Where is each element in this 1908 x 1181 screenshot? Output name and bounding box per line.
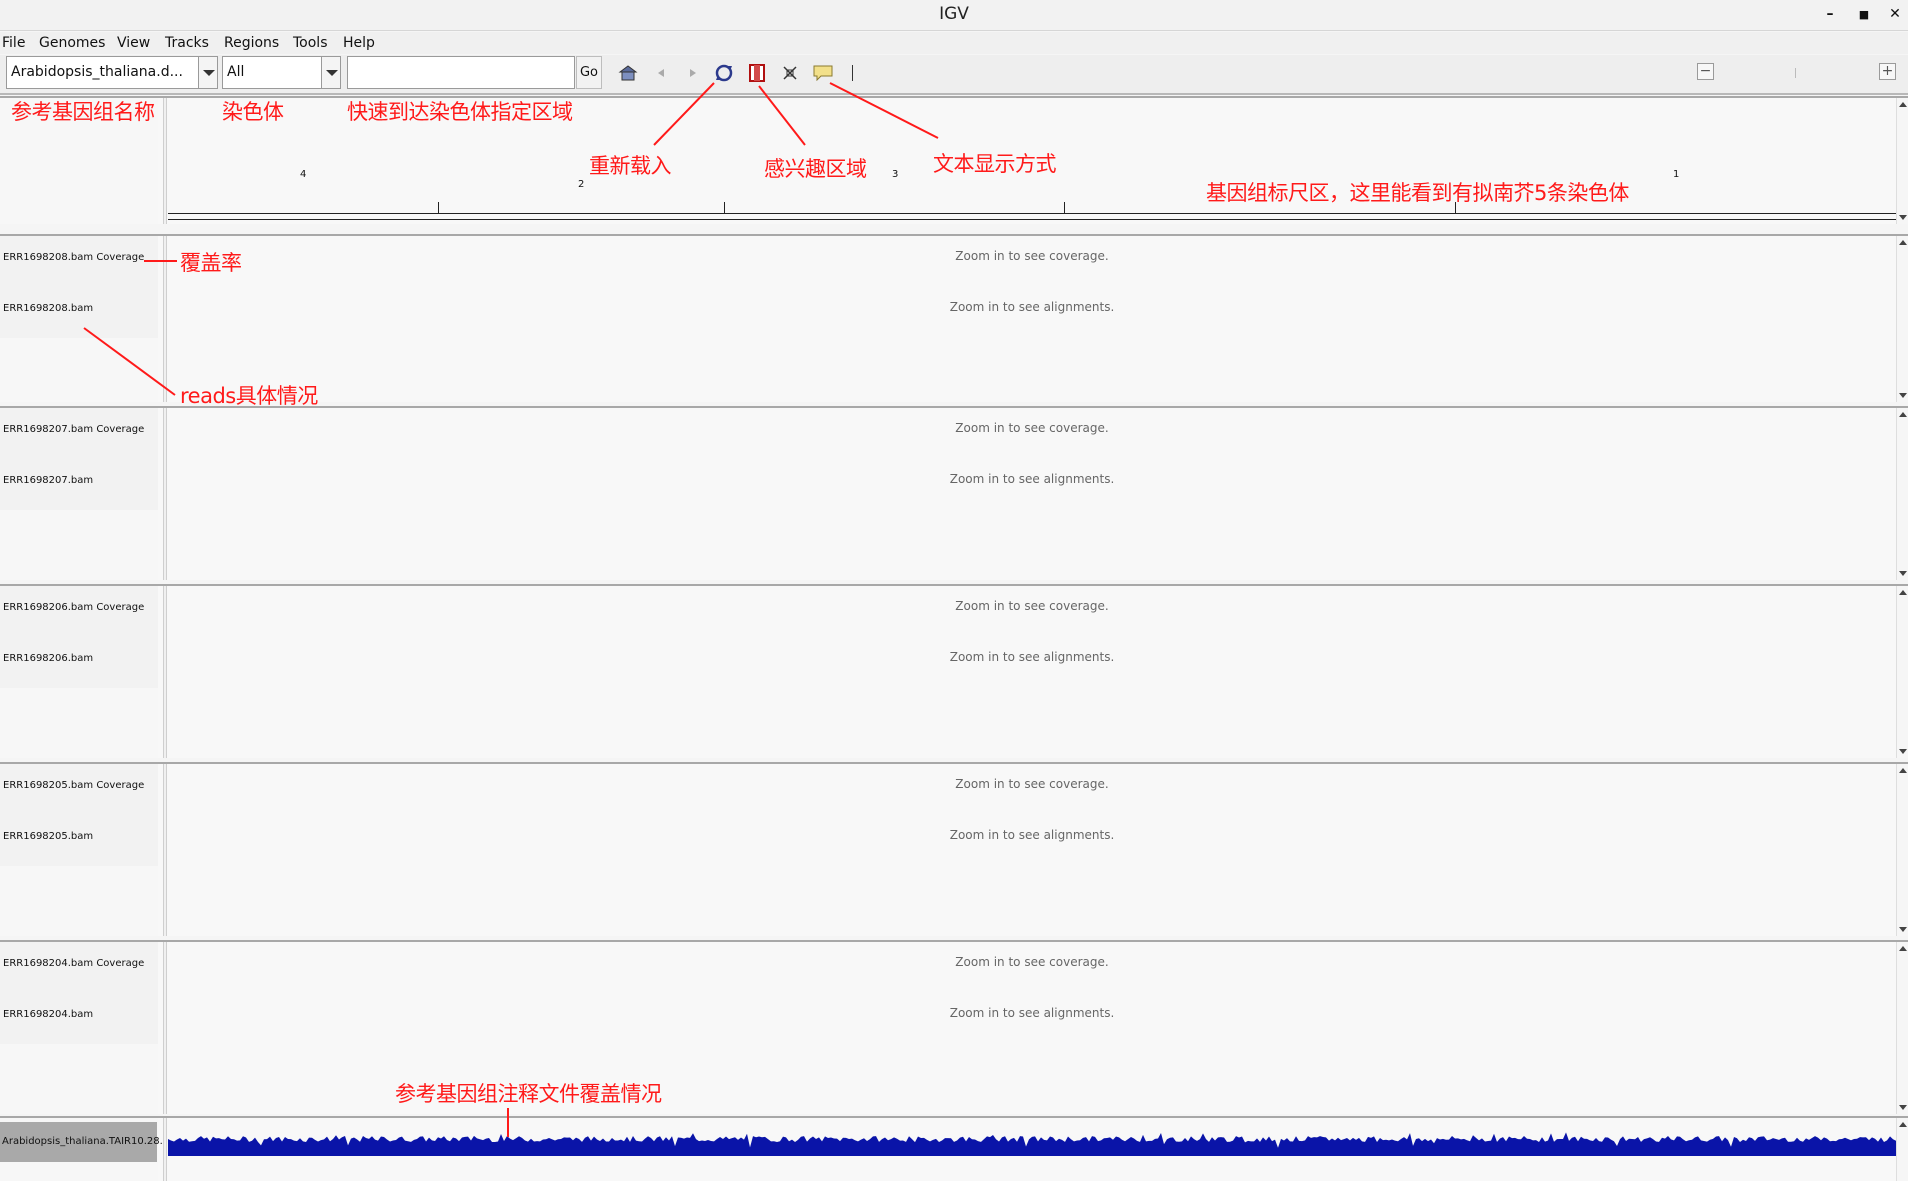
region-of-interest-icon[interactable] bbox=[746, 63, 768, 83]
title-bar: IGV – ■ ✕ bbox=[0, 0, 1908, 31]
menu-view[interactable]: View bbox=[117, 35, 150, 51]
track-panel: ERR1698208.bam Coverage ERR1698208.bam Z… bbox=[0, 234, 1908, 402]
ruler-tick bbox=[1064, 202, 1065, 213]
menu-bar: File Genomes View Tracks Regions Tools H… bbox=[0, 32, 1908, 54]
menu-regions[interactable]: Regions bbox=[224, 35, 279, 51]
annotation-feature-coverage: 参考基因组注释文件覆盖情况 bbox=[395, 1082, 662, 1106]
chromosome-label[interactable]: 4 bbox=[300, 169, 306, 180]
track-panel: ERR1698204.bam Coverage ERR1698204.bam Z… bbox=[0, 940, 1908, 1114]
annotation-roi: 感兴趣区域 bbox=[764, 157, 867, 181]
coverage-message: Zoom in to see coverage. bbox=[955, 777, 1109, 791]
menu-tools[interactable]: Tools bbox=[293, 35, 328, 51]
chromosome-label[interactable]: 2 bbox=[578, 179, 584, 190]
alignment-track-name[interactable]: ERR1698206.bam bbox=[3, 653, 93, 664]
track-panel: ERR1698207.bam Coverage ERR1698207.bam Z… bbox=[0, 406, 1908, 580]
menu-file[interactable]: File bbox=[2, 35, 25, 51]
alignment-message: Zoom in to see alignments. bbox=[949, 1006, 1115, 1020]
chromosome-dropdown[interactable]: All bbox=[222, 56, 341, 89]
alignment-track-name[interactable]: ERR1698205.bam bbox=[3, 831, 93, 842]
alignment-message: Zoom in to see alignments. bbox=[949, 828, 1115, 842]
coverage-track-name[interactable]: ERR1698207.bam Coverage bbox=[3, 424, 144, 435]
alignment-message: Zoom in to see alignments. bbox=[949, 472, 1115, 486]
locus-search-input[interactable] bbox=[347, 56, 575, 89]
igv-window: IGV – ■ ✕ File Genomes View Tracks Regio… bbox=[0, 0, 1908, 1181]
menu-genomes[interactable]: Genomes bbox=[39, 35, 105, 51]
home-icon[interactable] bbox=[617, 63, 639, 83]
track-panel: ERR1698205.bam Coverage ERR1698205.bam Z… bbox=[0, 762, 1908, 936]
chromosome-label[interactable]: 1 bbox=[1673, 169, 1679, 180]
minimize-icon[interactable]: – bbox=[1821, 6, 1839, 22]
ruler-scrollbar[interactable] bbox=[1896, 98, 1908, 224]
annotation-text-display: 文本显示方式 bbox=[933, 152, 1057, 176]
forward-icon[interactable] bbox=[682, 63, 704, 83]
coverage-message: Zoom in to see coverage. bbox=[955, 955, 1109, 969]
zoom-out-button[interactable]: − bbox=[1697, 63, 1714, 80]
menu-tracks[interactable]: Tracks bbox=[165, 35, 209, 51]
coverage-track-name[interactable]: ERR1698206.bam Coverage bbox=[3, 602, 144, 613]
column-divider[interactable] bbox=[163, 98, 167, 224]
feature-density-bar[interactable] bbox=[168, 1130, 1896, 1160]
ruler-tick bbox=[724, 202, 725, 213]
coverage-message: Zoom in to see coverage. bbox=[955, 249, 1109, 263]
maximize-icon[interactable]: ■ bbox=[1855, 8, 1873, 21]
chromosome-label[interactable]: 3 bbox=[892, 169, 898, 180]
coverage-track-name[interactable]: ERR1698204.bam Coverage bbox=[3, 958, 144, 969]
popup-text-icon[interactable] bbox=[812, 63, 834, 83]
close-icon[interactable]: ✕ bbox=[1886, 6, 1904, 22]
coverage-message: Zoom in to see coverage. bbox=[955, 421, 1109, 435]
resize-icon[interactable] bbox=[779, 63, 801, 83]
coverage-track-name[interactable]: ERR1698205.bam Coverage bbox=[3, 780, 144, 791]
toolbar-separator bbox=[852, 65, 853, 81]
annotation-quick-locus: 快速到达染色体指定区域 bbox=[347, 100, 573, 124]
ruler-tick bbox=[438, 202, 439, 213]
menu-help[interactable]: Help bbox=[343, 35, 375, 51]
feature-track-name: Arabidopsis_thaliana.TAIR10.28. bbox=[2, 1136, 163, 1147]
track-scrollbar[interactable] bbox=[1896, 942, 1908, 1114]
alignment-message: Zoom in to see alignments. bbox=[949, 300, 1115, 314]
go-button[interactable]: Go bbox=[576, 56, 602, 89]
track-panel: ERR1698206.bam Coverage ERR1698206.bam Z… bbox=[0, 584, 1908, 758]
track-scrollbar[interactable] bbox=[1896, 586, 1908, 758]
window-title: IGV bbox=[939, 4, 969, 24]
ruler-axis bbox=[168, 213, 1896, 214]
toolbar: Arabidopsis_thaliana.d... All Go − + bbox=[0, 55, 1908, 95]
feature-track-name-box[interactable]: Arabidopsis_thaliana.TAIR10.28. bbox=[0, 1122, 163, 1162]
alignment-message: Zoom in to see alignments. bbox=[949, 650, 1115, 664]
alignment-track-name[interactable]: ERR1698207.bam bbox=[3, 475, 93, 486]
track-scrollbar[interactable] bbox=[1896, 408, 1908, 580]
zoom-slider-tick bbox=[1795, 68, 1796, 78]
alignment-track-name[interactable]: ERR1698204.bam bbox=[3, 1009, 93, 1020]
ruler-baseline bbox=[168, 219, 1896, 220]
track-scrollbar[interactable] bbox=[1896, 764, 1908, 936]
coverage-message: Zoom in to see coverage. bbox=[955, 599, 1109, 613]
chevron-down-icon[interactable] bbox=[198, 57, 217, 88]
coverage-track-name[interactable]: ERR1698208.bam Coverage bbox=[3, 252, 144, 263]
genome-dropdown[interactable]: Arabidopsis_thaliana.d... bbox=[6, 56, 218, 89]
alignment-track-name[interactable]: ERR1698208.bam bbox=[3, 303, 93, 314]
zoom-in-button[interactable]: + bbox=[1879, 63, 1896, 80]
annotation-coverage: 覆盖率 bbox=[180, 251, 242, 275]
genome-value: Arabidopsis_thaliana.d... bbox=[11, 64, 183, 80]
chromosome-value: All bbox=[227, 64, 245, 80]
annotation-ruler: 基因组标尺区，这里能看到有拟南芥5条染色体 bbox=[1206, 181, 1629, 205]
feature-track-scrollbar[interactable] bbox=[1896, 1118, 1908, 1181]
annotation-reads: reads具体情况 bbox=[180, 384, 318, 408]
reload-icon[interactable] bbox=[713, 63, 735, 83]
annotation-reload: 重新载入 bbox=[589, 154, 672, 178]
feature-track-panel: Arabidopsis_thaliana.TAIR10.28. bbox=[0, 1116, 1908, 1181]
feature-density-shape bbox=[168, 1132, 1896, 1156]
annotation-chromosome: 染色体 bbox=[222, 100, 284, 124]
track-scrollbar[interactable] bbox=[1896, 236, 1908, 402]
chevron-down-icon[interactable] bbox=[321, 57, 340, 88]
annotation-genome-name: 参考基因组名称 bbox=[11, 100, 155, 124]
back-icon[interactable] bbox=[650, 63, 672, 83]
